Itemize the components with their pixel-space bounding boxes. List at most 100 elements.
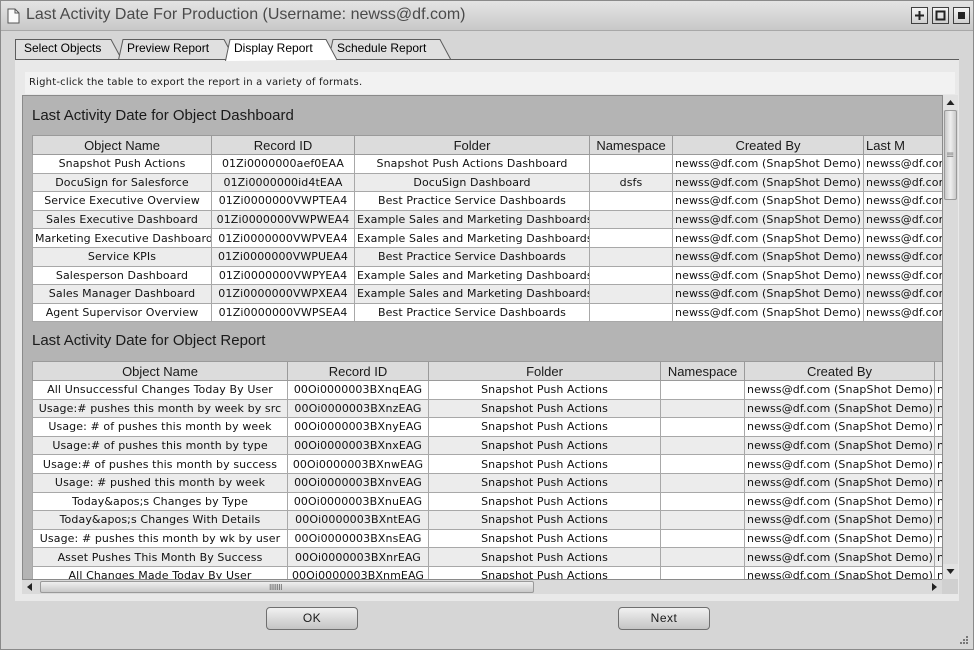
dashboard-table-cell: newss@df.com [863, 154, 942, 174]
next-button[interactable]: Next [618, 607, 710, 630]
report-table-row[interactable]: All Changes Made Today By User 00Oi000000… [32, 565, 942, 579]
report-table-row[interactable]: Usage: # pushes this month by wk by user… [32, 528, 942, 549]
report-viewport[interactable]: Last Activity Date for Object Dashboard … [22, 95, 942, 579]
report-table-cell: n [934, 435, 942, 456]
report-column-header[interactable]: Namespace [660, 361, 745, 381]
dashboard-table-cell: newss@df.com (SnapShot Demo) [672, 265, 864, 286]
report-table-row[interactable]: Asset Pushes This Month By Success 00Oi00… [32, 547, 942, 567]
dashboard-column-header[interactable]: Created By [672, 135, 864, 155]
report-table-row[interactable]: Usage:# of pushes this month by success 0… [32, 454, 942, 474]
report-table-cell: Snapshot Push Actions [428, 491, 661, 512]
tab-strip: Select Objects Preview Report Display Re… [15, 38, 959, 61]
dashboard-table-row[interactable]: Marketing Executive Dashboard 01Zi0000000… [32, 228, 942, 248]
tab-display-report[interactable]: Display Report [225, 38, 338, 61]
dashboard-table-cell: newss@df.com (SnapShot Demo) [672, 154, 864, 174]
report-table-cell: All Unsuccessful Changes Today By User [32, 380, 288, 400]
dashboard-column-header[interactable]: Object Name [32, 135, 212, 155]
report-table-cell: Snapshot Push Actions [428, 435, 661, 456]
dashboard-table-row[interactable]: Snapshot Push Actions 01Zi0000000aef0EAA S… [32, 154, 942, 174]
dashboard-table-cell: Example Sales and Marketing Dashboards [354, 265, 590, 286]
maximize-button[interactable] [932, 7, 949, 24]
dashboard-table-row[interactable]: Service KPIs 01Zi0000000VWPUEA4 Best Pract… [32, 246, 942, 267]
tab-preview-report[interactable]: Preview Report [118, 38, 236, 60]
report-table-cell [660, 565, 745, 579]
add-window-button[interactable] [911, 7, 928, 24]
vertical-scroll-thumb[interactable]: ≡ [944, 110, 957, 200]
report-table-cell: 00Oi0000003BXnqEAG [287, 380, 429, 400]
dashboard-table-cell: newss@df.com [863, 191, 942, 211]
report-column-header[interactable]: Created By [744, 361, 935, 381]
vertical-scrollbar[interactable]: ≡ [942, 95, 958, 579]
resize-grip-icon[interactable] [957, 633, 969, 645]
report-table-cell: n [934, 565, 942, 579]
horizontal-thumb-grip: IIIIIII [269, 583, 283, 592]
dashboard-table-row[interactable]: Service Executive Overview 01Zi0000000VWP… [32, 191, 942, 211]
report-column-header[interactable] [934, 361, 942, 381]
dashboard-table-cell: Example Sales and Marketing Dashboards [354, 228, 590, 248]
plus-icon [915, 11, 924, 20]
scroll-left-button[interactable] [22, 580, 37, 594]
page-icon [7, 8, 20, 24]
minimize-button[interactable] [953, 7, 970, 24]
arrow-up-icon [946, 100, 955, 105]
report-table-cell: n [934, 417, 942, 437]
report-table[interactable]: Object Name Record ID Folder Namespace Creat… [32, 361, 942, 579]
report-table-cell: Asset Pushes This Month By Success [32, 547, 288, 567]
tab-schedule-report[interactable]: Schedule Report [328, 38, 452, 60]
report-table-row[interactable]: Today&apos;s Changes With Details 00Oi000… [32, 510, 942, 530]
dashboard-table-cell: newss@df.com (SnapShot Demo) [672, 284, 864, 304]
report-table-row[interactable]: All Unsuccessful Changes Today By User 00… [32, 380, 942, 400]
tab-select-objects[interactable]: Select Objects [15, 38, 123, 60]
report-table-cell: 00Oi0000003BXnmEAG [287, 565, 429, 579]
report-table-cell: newss@df.com (SnapShot Demo) [744, 547, 935, 567]
report-table-cell: Snapshot Push Actions [428, 380, 661, 400]
dashboard-column-header[interactable]: Last M [863, 135, 942, 155]
horizontal-scrollbar[interactable]: IIIIIII [22, 579, 942, 594]
report-table-cell [660, 472, 745, 493]
report-table-cell: Snapshot Push Actions [428, 510, 661, 530]
dashboard-table-row[interactable]: DocuSign for Salesforce 01Zi0000000id4tEA… [32, 172, 942, 193]
report-table-cell: newss@df.com (SnapShot Demo) [744, 510, 935, 530]
report-table-cell: n [934, 454, 942, 474]
report-table-cell: Today&apos;s Changes With Details [32, 510, 288, 530]
dashboard-table-cell [589, 284, 673, 304]
dashboard-table-cell: newss@df.com (SnapShot Demo) [672, 302, 864, 323]
report-table-cell [660, 454, 745, 474]
dashboard-table-cell: Service KPIs [32, 246, 212, 267]
report-table-row[interactable]: Usage: # pushed this month by week 00Oi00… [32, 472, 942, 493]
dashboard-table-row[interactable]: Sales Executive Dashboard 01Zi0000000VWPW… [32, 209, 942, 230]
report-column-header[interactable]: Record ID [287, 361, 429, 381]
report-table-row[interactable]: Usage:# pushes this month by week by src… [32, 398, 942, 419]
dashboard-table-cell: newss@df.com (SnapShot Demo) [672, 172, 864, 193]
report-table-cell: newss@df.com (SnapShot Demo) [744, 417, 935, 437]
dashboard-table-cell [589, 265, 673, 286]
dashboard-table-cell: newss@df.com [863, 172, 942, 193]
report-column-header[interactable]: Folder [428, 361, 661, 381]
maximize-icon [935, 10, 946, 21]
title-bar[interactable]: Last Activity Date For Production (Usern… [1, 1, 973, 31]
dashboard-column-header[interactable]: Namespace [589, 135, 673, 155]
report-table-row[interactable]: Usage:# of pushes this month by type 00Oi… [32, 435, 942, 456]
ok-button[interactable]: OK [266, 607, 358, 630]
dashboard-table-row[interactable]: Salesperson Dashboard 01Zi0000000VWPYEA4 E… [32, 265, 942, 286]
scroll-right-button[interactable] [927, 580, 942, 594]
horizontal-scroll-thumb[interactable]: IIIIIII [40, 581, 534, 593]
report-table-cell: newss@df.com (SnapShot Demo) [744, 398, 935, 419]
report-table-cell: All Changes Made Today By User [32, 565, 288, 579]
dashboard-table-cell: newss@df.com (SnapShot Demo) [672, 246, 864, 267]
dashboard-table-row[interactable]: Sales Manager Dashboard 01Zi0000000VWPXEA… [32, 284, 942, 304]
scroll-up-button[interactable] [943, 95, 958, 110]
dashboard-table-cell: Agent Supervisor Overview [32, 302, 212, 323]
report-column-header[interactable]: Object Name [32, 361, 288, 381]
dashboard-table[interactable]: Object Name Record ID Folder Namespace Creat… [32, 135, 942, 323]
dashboard-table-cell [589, 228, 673, 248]
dashboard-table-cell: Sales Manager Dashboard [32, 284, 212, 304]
dashboard-table-cell: Sales Executive Dashboard [32, 209, 212, 230]
report-table-row[interactable]: Usage: # of pushes this month by week 00O… [32, 417, 942, 437]
report-table-row[interactable]: Today&apos;s Changes by Type 00Oi0000003B… [32, 491, 942, 512]
dashboard-section-title: Last Activity Date for Object Dashboard [32, 107, 294, 124]
dashboard-column-header[interactable]: Record ID [211, 135, 355, 155]
scroll-down-button[interactable] [943, 564, 958, 579]
dashboard-table-row[interactable]: Agent Supervisor Overview 01Zi0000000VWPS… [32, 302, 942, 323]
dashboard-column-header[interactable]: Folder [354, 135, 590, 155]
